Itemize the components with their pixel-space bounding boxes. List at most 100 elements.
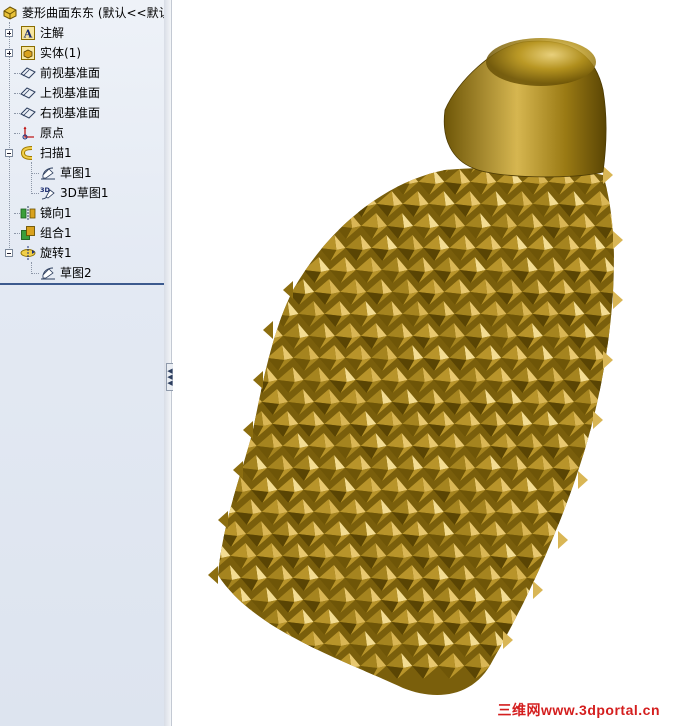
spike-facet — [573, 512, 591, 525]
spike-facet — [642, 257, 659, 272]
spike-facet — [631, 367, 642, 382]
spike-facet — [173, 521, 185, 536]
spike-facet — [236, 169, 254, 184]
spike-facet — [303, 257, 321, 272]
spike-facet — [218, 358, 233, 371]
spike-facet — [219, 433, 231, 448]
spike-facet — [194, 433, 205, 448]
tree-item-origin[interactable]: 原点 — [20, 123, 64, 143]
spike-facet — [532, 622, 548, 635]
spike-facet — [173, 336, 179, 349]
spike-facet — [220, 622, 236, 635]
spike-facet — [583, 644, 601, 657]
rollback-bar[interactable] — [0, 283, 164, 285]
spike-facet — [579, 666, 595, 679]
spike-edge-tooth — [603, 351, 613, 369]
spike-facet — [609, 653, 614, 668]
spike-facet — [272, 301, 290, 316]
spike-facet — [620, 455, 631, 470]
tree-item-mirror[interactable]: 镜向1 — [20, 203, 72, 223]
spike-facet — [626, 389, 643, 404]
tree-item-sketch2[interactable]: 草图2 — [40, 263, 92, 283]
spike-facet — [636, 213, 647, 228]
spike-facet — [505, 644, 523, 657]
spike-facet — [195, 191, 212, 206]
tree-item-revolve[interactable]: 旋转1 — [20, 243, 72, 263]
spike-facet — [568, 666, 586, 679]
spike-facet — [615, 609, 626, 624]
spike-facet — [600, 600, 614, 613]
spike-facet — [218, 468, 233, 481]
tree-item-combine[interactable]: 组合1 — [20, 223, 72, 243]
spike-facet — [218, 424, 221, 437]
collapse-toggle[interactable] — [5, 149, 13, 157]
spike-facet — [631, 345, 648, 360]
spike-facet — [247, 292, 263, 305]
svg-text:A: A — [23, 28, 33, 41]
expand-toggle[interactable] — [5, 29, 13, 37]
spike-facet — [615, 477, 632, 492]
tree-item-annotations[interactable]: A 注解 — [20, 23, 64, 43]
spike-facet — [423, 147, 434, 162]
spike-facet — [563, 600, 581, 613]
spike-facet — [521, 622, 539, 635]
expand-toggle[interactable] — [5, 49, 13, 57]
spike-facet — [637, 314, 654, 327]
spike-facet — [247, 182, 263, 195]
spike-facet — [220, 402, 236, 415]
spike-facet — [194, 424, 211, 437]
spike-facet — [273, 292, 289, 305]
spike-facet — [190, 226, 205, 239]
spike-edge-tooth — [503, 631, 513, 649]
sketch-icon — [40, 265, 56, 281]
spike-facet — [260, 631, 272, 646]
spike-facet — [397, 147, 408, 162]
spike-facet — [572, 631, 584, 646]
spike-facet — [365, 191, 377, 206]
spike-facet — [653, 270, 668, 283]
spike-facet — [531, 653, 543, 668]
tree-item-label: 镜向1 — [40, 206, 72, 220]
spike-facet — [219, 644, 237, 657]
collapse-toggle[interactable] — [5, 249, 13, 257]
spike-facet — [609, 433, 614, 448]
spike-facet — [653, 160, 668, 173]
spike-facet — [173, 292, 175, 305]
spike-facet — [658, 226, 673, 239]
tree-item-label: 前视基准面 — [40, 66, 101, 80]
3d-model[interactable] — [173, 0, 674, 726]
tree-item-sweep[interactable]: 扫描1 — [20, 143, 72, 163]
spike-facet — [215, 147, 226, 162]
tree-item-label: 3D草图1 — [60, 186, 109, 200]
tree-item-label: 草图1 — [60, 166, 92, 180]
spike-facet — [225, 270, 243, 283]
tree-item-top-plane[interactable]: 上视基准面 — [20, 83, 100, 103]
spike-edge-tooth — [283, 281, 293, 299]
tree-item-right-plane[interactable]: 右视基准面 — [20, 103, 100, 123]
spike-facet — [184, 182, 201, 195]
spike-facet — [298, 204, 316, 217]
tree-item-front-plane[interactable]: 前视基准面 — [20, 63, 100, 83]
spike-facet — [224, 609, 236, 624]
tree-item-label: 草图2 — [60, 266, 92, 280]
spike-facet — [536, 609, 548, 624]
spike-facet — [548, 600, 564, 613]
spike-facet — [235, 191, 247, 206]
tree-item-sketch1[interactable]: 草图1 — [40, 163, 92, 183]
spike-facet — [621, 446, 638, 459]
spike-facet — [626, 279, 643, 294]
tree-root-part[interactable]: 菱形曲面东东 (默认<<默认 — [2, 3, 164, 23]
spike-facet — [189, 556, 204, 569]
spike-facet — [283, 213, 301, 228]
spike-facet — [610, 314, 614, 327]
graphics-area[interactable]: 三维网www.3dportal.cn — [173, 0, 674, 726]
spike-facet — [309, 226, 327, 239]
spike-facet — [308, 235, 320, 250]
tree-item-3d-sketch1[interactable]: 3D 3D草图1 — [40, 183, 109, 203]
spike-facet — [604, 587, 614, 602]
spike-facet — [220, 204, 238, 217]
spike-facet — [595, 424, 611, 437]
tree-item-solid-bodies[interactable]: 实体(1) — [20, 43, 81, 63]
spike-facet — [268, 226, 284, 239]
spike-facet — [173, 468, 180, 481]
